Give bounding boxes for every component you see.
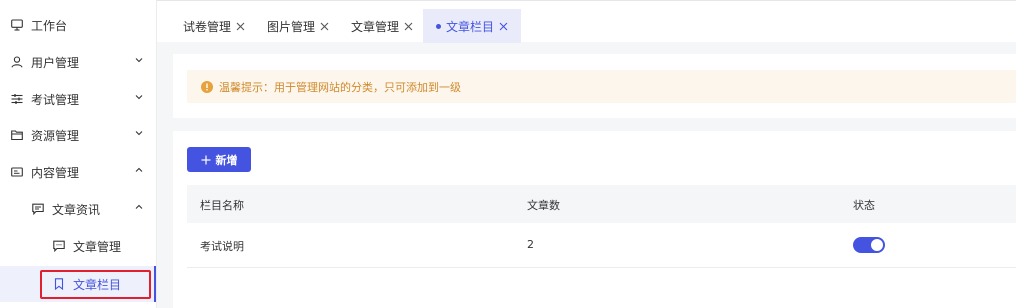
status-toggle[interactable] (853, 237, 885, 253)
sliders-icon (11, 94, 23, 104)
sidebar-item-label: 文章管理 (73, 240, 122, 254)
tip-text: 温馨提示：用于管理网站的分类，只可添加到一级 (219, 80, 461, 94)
tab-label: 试卷管理 (183, 19, 232, 34)
add-button[interactable]: 新增 (187, 147, 251, 172)
tab-label: 文章栏目 (446, 19, 495, 34)
close-icon[interactable] (320, 22, 329, 31)
add-button-label: 新增 (215, 153, 238, 167)
column-header-count: 文章数 (527, 199, 560, 212)
sidebar-item-article-columns[interactable]: 文章栏目 (0, 266, 156, 302)
sidebar-item-exams[interactable]: 考试管理 (0, 81, 156, 117)
active-dot-icon (436, 23, 441, 29)
sidebar-item-label: 内容管理 (31, 166, 80, 180)
warning-icon (201, 80, 213, 93)
tab-article-columns[interactable]: 文章栏目 (423, 9, 522, 43)
close-icon[interactable] (404, 22, 413, 31)
tab-article-management[interactable]: 文章管理 (351, 9, 413, 43)
sidebar-item-resources[interactable]: 资源管理 (0, 117, 156, 153)
sidebar-item-label: 考试管理 (31, 93, 80, 107)
tab-label: 图片管理 (267, 19, 316, 34)
main-content: 试卷管理 图片管理 文章管理 文章栏目 温馨提示：用于管理网站的分类，只可添加到… (157, 0, 1016, 308)
chevron-down-icon (135, 131, 143, 136)
app: 工作台 用户管理 考试管理 资源管理 内容管理 文章资讯 文章管理 文章栏目 试… (0, 0, 1016, 308)
sidebar: 工作台 用户管理 考试管理 资源管理 内容管理 文章资讯 文章管理 文章栏目 (0, 0, 157, 308)
table-header: 栏目名称 文章数 状态 (187, 185, 1016, 223)
sidebar-item-label: 资源管理 (31, 129, 80, 143)
toggle-knob (871, 239, 883, 251)
user-icon (11, 56, 23, 68)
column-header-name: 栏目名称 (200, 199, 244, 212)
sidebar-item-users[interactable]: 用户管理 (0, 44, 156, 80)
table-row: 考试说明 2 (187, 223, 1016, 268)
chevron-down-icon (135, 95, 143, 100)
bookmark-icon (54, 278, 64, 290)
table-card: 新增 栏目名称 文章数 状态 考试说明 2 (173, 131, 1016, 308)
notice-card: 温馨提示：用于管理网站的分类，只可添加到一级 (173, 54, 1016, 118)
chevron-up-icon (135, 167, 143, 172)
cell-article-count: 2 (527, 238, 534, 251)
close-icon[interactable] (499, 22, 508, 31)
sidebar-item-article-management[interactable]: 文章管理 (0, 228, 156, 264)
tab-label: 文章管理 (351, 19, 400, 34)
close-icon[interactable] (236, 22, 245, 31)
chat-icon (53, 240, 65, 252)
active-indicator (154, 266, 156, 302)
tab-exam-paper-management[interactable]: 试卷管理 (183, 9, 245, 43)
column-header-status: 状态 (853, 199, 875, 212)
monitor-icon (11, 19, 23, 31)
folder-icon (11, 130, 23, 141)
sidebar-item-label: 文章资讯 (52, 203, 101, 217)
chevron-up-icon (135, 204, 143, 209)
chevron-down-icon (135, 58, 143, 63)
sidebar-item-articles-news[interactable]: 文章资讯 (0, 191, 156, 227)
tab-bar: 试卷管理 图片管理 文章管理 文章栏目 (157, 0, 1016, 43)
sidebar-item-label: 工作台 (31, 19, 68, 33)
cell-column-name: 考试说明 (200, 240, 244, 253)
sidebar-item-label: 用户管理 (31, 56, 80, 70)
tab-image-management[interactable]: 图片管理 (267, 9, 329, 43)
id-card-icon (11, 167, 23, 177)
tip-alert: 温馨提示：用于管理网站的分类，只可添加到一级 (187, 70, 1016, 103)
message-icon (32, 203, 44, 215)
plus-icon (201, 155, 210, 164)
sidebar-item-label: 文章栏目 (73, 278, 122, 292)
sidebar-item-workbench[interactable]: 工作台 (0, 7, 156, 43)
sidebar-item-content[interactable]: 内容管理 (0, 154, 156, 190)
